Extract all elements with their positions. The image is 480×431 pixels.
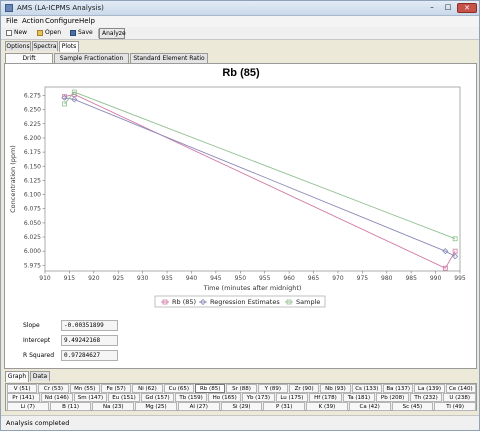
x-tick-label: 995 xyxy=(454,275,466,282)
intercept-value: 9.49242168 xyxy=(61,335,118,346)
application-window: AMS (LA-ICPMS Analysis) – □ ✕ File Actio… xyxy=(0,0,480,431)
x-tick-label: 970 xyxy=(332,275,344,282)
y-tick-label: 6.050 xyxy=(24,220,41,227)
element-button[interactable]: Al (27) xyxy=(177,402,220,411)
y-tick-label: 5.975 xyxy=(24,262,41,269)
element-button[interactable]: Ni (62) xyxy=(132,384,163,393)
status-text: Analysis completed xyxy=(6,419,70,427)
x-tick-label: 920 xyxy=(88,275,100,282)
element-button[interactable]: K (39) xyxy=(306,402,348,411)
element-button[interactable]: B (11) xyxy=(49,402,92,411)
r-squared-label: R Squared xyxy=(23,352,55,359)
r-squared-value: 0.97284627 xyxy=(61,350,118,361)
element-button[interactable]: Sr (88) xyxy=(226,384,257,393)
element-button[interactable]: Eu (151) xyxy=(107,393,141,402)
status-bar: Analysis completed xyxy=(1,415,479,430)
element-button[interactable]: P (31) xyxy=(263,402,306,411)
element-button[interactable]: Si (29) xyxy=(220,402,263,411)
drift-chart: 910 915 920 925 930 935 940 945 950 955 960 965 970 9… xyxy=(9,86,466,308)
element-button[interactable]: Sc (45) xyxy=(391,402,434,411)
element-button[interactable]: V (51) xyxy=(7,384,38,393)
y-tick-label: 6.225 xyxy=(24,121,41,128)
element-button[interactable]: Li (7) xyxy=(7,402,49,411)
slope-value: -0.00351899 xyxy=(61,320,118,331)
element-button[interactable]: Y (89) xyxy=(257,384,288,393)
element-button[interactable]: Na (23) xyxy=(92,402,135,411)
legend-label: Sample xyxy=(296,298,320,306)
x-tick-label: 935 xyxy=(161,275,173,282)
slope-label: Slope xyxy=(23,322,40,329)
x-tick-label: 985 xyxy=(405,275,417,282)
element-button[interactable]: Cs (133) xyxy=(351,384,382,393)
tab-graph[interactable]: Graph xyxy=(5,371,29,382)
element-button[interactable]: Ba (137) xyxy=(383,384,414,393)
x-tick-label: 980 xyxy=(381,275,393,282)
x-tick-label: 925 xyxy=(113,275,125,282)
x-tick-label: 955 xyxy=(259,275,271,282)
element-button[interactable]: Zr (90) xyxy=(289,384,320,393)
y-tick-label: 6.000 xyxy=(24,248,41,255)
x-tick-label: 975 xyxy=(357,275,369,282)
y-tick-label: 6.200 xyxy=(24,135,41,142)
y-tick-label: 6.175 xyxy=(24,149,41,156)
x-tick-label: 965 xyxy=(308,275,320,282)
y-tick-label: 6.250 xyxy=(24,107,41,114)
plot-area xyxy=(44,86,461,272)
legend-label: Regression Estimates xyxy=(210,298,280,306)
y-tick-label: 6.100 xyxy=(24,192,41,199)
element-button[interactable]: Mn (55) xyxy=(69,384,100,393)
y-tick-label: 6.025 xyxy=(24,234,41,241)
element-button[interactable]: Ho (165) xyxy=(208,393,241,402)
tab-data[interactable]: Data xyxy=(30,371,50,381)
x-axis-label: Time (minutes after midnight) xyxy=(203,284,302,292)
element-button[interactable]: Ta (181) xyxy=(342,393,376,402)
element-button[interactable]: Yb (173) xyxy=(242,393,275,402)
element-button[interactable]: Lu (175) xyxy=(275,393,309,402)
y-tick-label: 6.125 xyxy=(24,177,41,184)
y-tick-label: 6.150 xyxy=(24,163,41,170)
x-tick-label: 950 xyxy=(235,275,247,282)
x-tick-label: 945 xyxy=(210,275,222,282)
element-button[interactable]: Th (232) xyxy=(409,393,443,402)
element-button[interactable]: Tb (159) xyxy=(174,393,208,402)
intercept-label: Intercept xyxy=(23,337,51,344)
element-button[interactable]: Fe (57) xyxy=(101,384,132,393)
element-button[interactable]: Cr (53) xyxy=(38,384,69,393)
element-button[interactable]: Sm (147) xyxy=(74,393,107,402)
x-tick-label: 960 xyxy=(283,275,295,282)
element-button[interactable]: La (139) xyxy=(414,384,445,393)
element-button[interactable]: Hf (178) xyxy=(309,393,342,402)
element-button[interactable]: Pr (141) xyxy=(7,393,40,402)
element-button[interactable]: Mg (25) xyxy=(135,402,177,411)
x-tick-label: 915 xyxy=(64,275,76,282)
legend-label: Rb (85) xyxy=(172,298,196,306)
x-tick-label: 910 xyxy=(39,275,51,282)
element-button[interactable]: Ce (140) xyxy=(445,384,476,393)
y-tick-label: 6.075 xyxy=(24,206,41,213)
chart-legend: Rb (85) Regression Estimates Sample xyxy=(154,295,326,308)
element-button[interactable]: U (238) xyxy=(443,393,476,402)
element-button[interactable]: Nd (146) xyxy=(40,393,74,402)
element-button[interactable]: Rb (85) xyxy=(195,384,226,393)
element-selector: V (51) Cr (53) Mn (55) Fe (57) Ni (62) Cu (65… xyxy=(5,383,477,411)
element-button[interactable]: Ca (42) xyxy=(348,402,391,411)
x-tick-label: 940 xyxy=(186,275,198,282)
x-tick-label: 990 xyxy=(430,275,442,282)
y-tick-label: 6.275 xyxy=(24,92,41,99)
element-button[interactable]: Ti (49) xyxy=(434,402,476,411)
element-button[interactable]: Cu (65) xyxy=(163,384,194,393)
element-button[interactable]: Gd (157) xyxy=(141,393,174,402)
element-button[interactable]: Nb (93) xyxy=(320,384,351,393)
element-button[interactable]: Pb (208) xyxy=(376,393,409,402)
y-axis-label: Concentration (ppm) xyxy=(9,145,17,213)
x-tick-label: 930 xyxy=(137,275,149,282)
